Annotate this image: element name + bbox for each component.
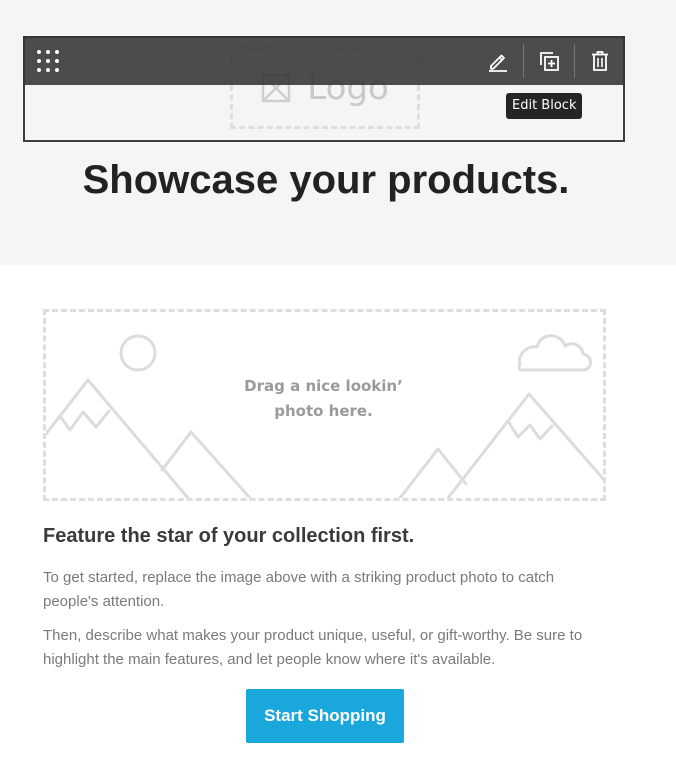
trash-icon [592, 51, 608, 71]
drag-handle-icon[interactable] [34, 47, 62, 75]
start-shopping-button[interactable]: Start Shopping [246, 689, 404, 743]
mountain-left [46, 378, 190, 498]
body-paragraph[interactable]: Then, describe what makes your product u… [43, 624, 609, 672]
duplicate-block-button[interactable] [533, 45, 565, 77]
sun-icon [119, 334, 157, 372]
mountain-right-small [398, 447, 468, 498]
mountain-right-snow [506, 419, 554, 441]
cloud-icon [517, 334, 592, 372]
pencil-icon [489, 54, 507, 72]
block-toolbar [23, 36, 625, 85]
edit-block-button[interactable] [482, 45, 514, 77]
delete-block-button[interactable] [584, 45, 616, 77]
edit-block-tooltip: Edit Block [506, 93, 583, 119]
toolbar-divider [523, 44, 524, 78]
mountain-mid [160, 430, 252, 498]
image-hint: Drag a nice lookin’ photo here. [196, 374, 451, 424]
duplicate-icon [540, 52, 559, 71]
page-headline[interactable]: Showcase your products. [0, 158, 652, 203]
mountain-left-snow [46, 409, 111, 436]
image-hint-line: Drag a nice lookin’ [244, 377, 403, 395]
body-paragraph[interactable]: To get started, replace the image above … [43, 566, 609, 614]
image-hint-line: photo here. [274, 402, 373, 420]
toolbar-divider [574, 44, 575, 78]
mountain-right [446, 392, 603, 498]
feature-title[interactable]: Feature the star of your collection firs… [43, 525, 414, 548]
image-drop-zone[interactable]: Drag a nice lookin’ photo here. [43, 309, 606, 501]
